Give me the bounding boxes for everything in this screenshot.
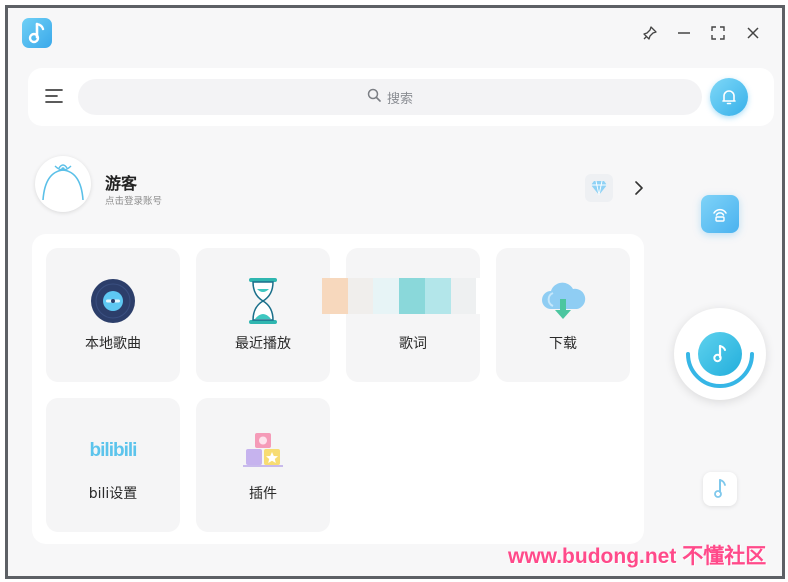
tile-label: 插件 — [249, 486, 277, 502]
close-icon[interactable] — [741, 21, 765, 45]
tile-label: 下载 — [549, 336, 577, 352]
chevron-right-icon[interactable] — [630, 177, 648, 199]
fullscreen-icon[interactable] — [706, 21, 730, 45]
vinyl-disc-icon — [88, 276, 138, 326]
feature-panel: 本地歌曲 最近播放 歌词 下载 bilibili bili设置 插件 — [32, 234, 644, 544]
tile-label: bili设置 — [88, 486, 138, 502]
bilibili-icon: bilibili — [88, 426, 138, 476]
now-playing-disc[interactable] — [674, 308, 766, 400]
tile-recent-play[interactable]: 最近播放 — [196, 248, 330, 382]
watermark: www.budong.net 不懂社区 — [508, 545, 767, 568]
tile-lyrics[interactable]: 歌词 — [322, 248, 503, 382]
tile-label: 最近播放 — [235, 336, 291, 352]
tile-plugins[interactable]: 插件 — [196, 398, 330, 532]
music-note-icon — [698, 332, 742, 376]
hourglass-icon — [238, 276, 288, 326]
cloud-download-icon — [538, 276, 588, 326]
pin-icon[interactable] — [638, 21, 662, 45]
search-icon — [367, 88, 381, 106]
tile-download[interactable]: 下载 — [496, 248, 630, 382]
user-name[interactable]: 游客 — [105, 170, 137, 194]
lyrics-icon — [322, 278, 503, 314]
app-logo-icon — [22, 18, 52, 48]
minimize-icon[interactable] — [672, 21, 696, 45]
notification-bell-icon[interactable] — [710, 78, 748, 116]
tile-local-songs[interactable]: 本地歌曲 — [46, 248, 180, 382]
vip-diamond-icon[interactable] — [585, 174, 613, 202]
mini-player-icon[interactable] — [703, 472, 737, 506]
radio-wave-icon[interactable] — [701, 195, 739, 233]
search-placeholder: 搜索 — [386, 91, 413, 107]
search-header: 搜索 — [28, 68, 774, 126]
avatar[interactable] — [35, 156, 91, 212]
tile-label: 本地歌曲 — [85, 336, 141, 352]
tile-bili-settings[interactable]: bilibili bili设置 — [46, 398, 180, 532]
plugin-blocks-icon — [238, 426, 288, 476]
search-input[interactable]: 搜索 — [78, 79, 702, 115]
bilibili-logo: bilibili — [89, 440, 138, 461]
tile-label: 歌词 — [399, 336, 427, 352]
login-hint: 点击登录账号 — [105, 196, 163, 207]
menu-icon[interactable] — [44, 86, 68, 108]
app-window: 搜索 游客 点击登录账号 本地歌曲 最近播放 歌词 下载 bilibili bi… — [5, 5, 785, 579]
